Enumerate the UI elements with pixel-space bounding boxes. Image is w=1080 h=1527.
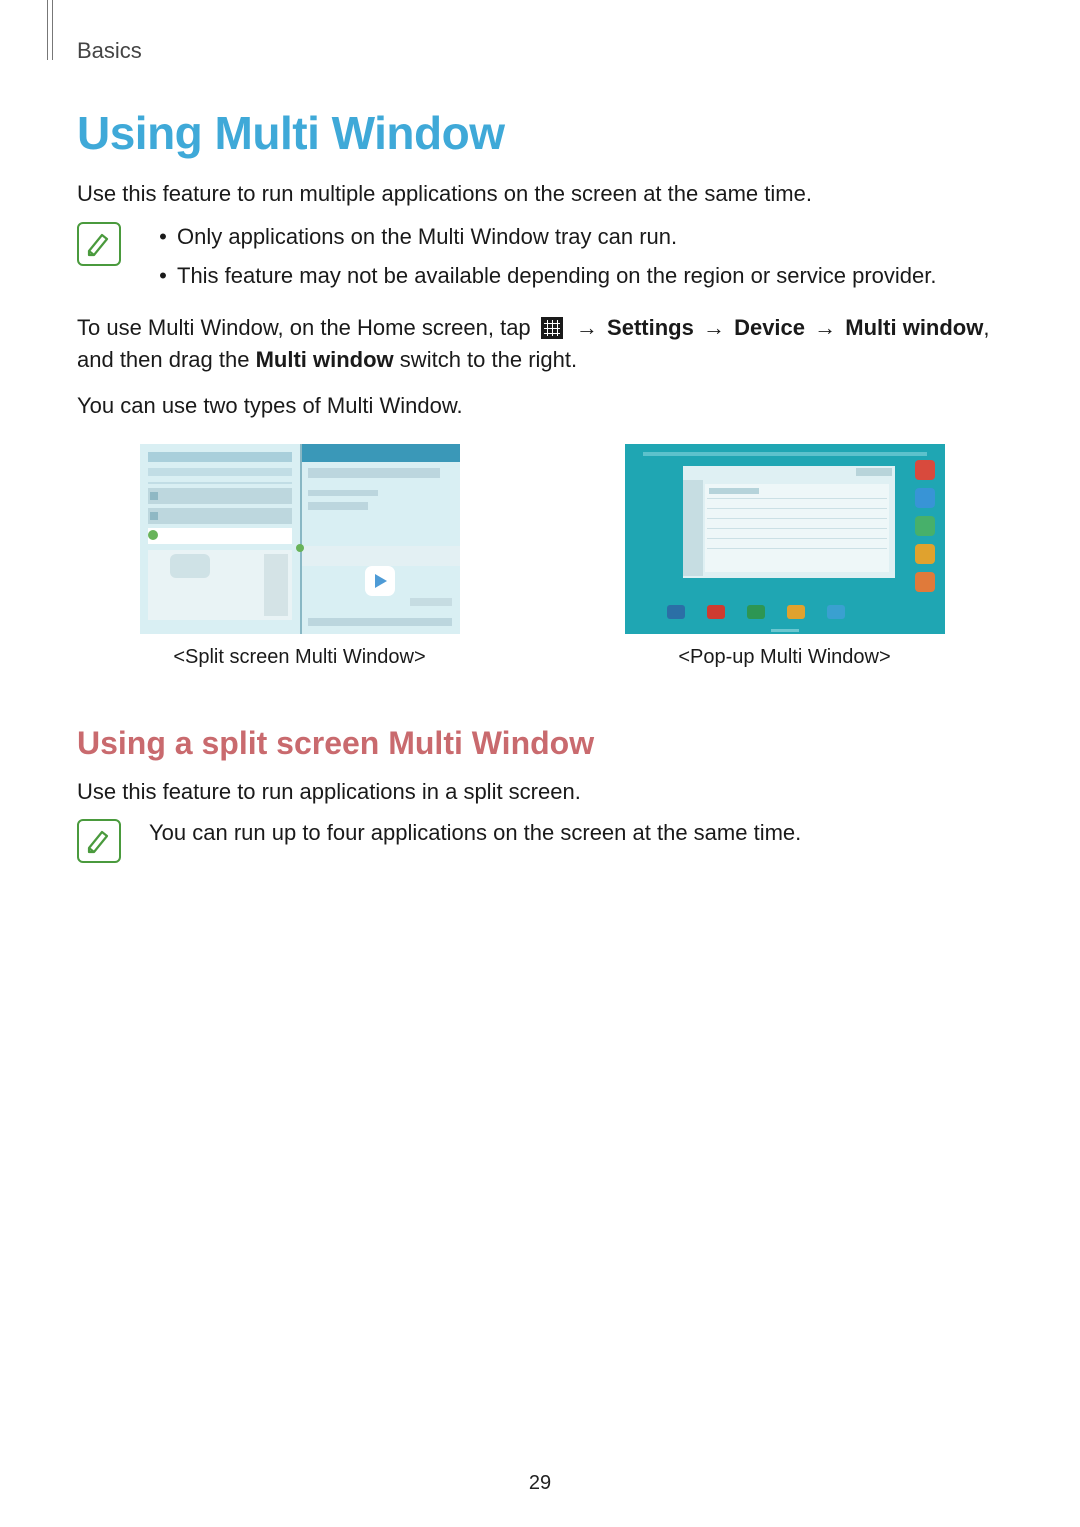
caption-popup: <Pop-up Multi Window> [562, 646, 1007, 669]
bullet-dot: • [149, 259, 177, 292]
note1-item-2: • This feature may not be available depe… [149, 259, 1007, 292]
instr-post: switch to the right. [394, 347, 577, 372]
popup-illustration [625, 444, 945, 634]
instr-switch-name: Multi window [256, 347, 394, 372]
note2-text: You can run up to four applications on t… [149, 817, 1007, 849]
path-multiwindow: Multi window [845, 315, 983, 340]
page-content: Using Multi Window Use this feature to r… [77, 106, 1007, 877]
note-pencil-icon [77, 819, 121, 863]
note1-text-2: This feature may not be available depend… [177, 259, 936, 292]
subsection-title: Using a split screen Multi Window [77, 725, 1007, 762]
note-block-2: You can run up to four applications on t… [77, 817, 1007, 863]
figure-split: <Split screen Multi Window> [77, 444, 522, 669]
page-title: Using Multi Window [77, 106, 1007, 160]
types-text: You can use two types of Multi Window. [77, 390, 1007, 422]
instr-pre: To use Multi Window, on the Home screen,… [77, 315, 537, 340]
note1-text-1: Only applications on the Multi Window tr… [177, 220, 677, 253]
page-tab-marker [47, 0, 53, 60]
note-block-1: • Only applications on the Multi Window … [77, 220, 1007, 298]
path-settings: Settings [607, 315, 694, 340]
path-device: Device [734, 315, 805, 340]
arrow-icon: → [814, 315, 836, 340]
sub-intro-text: Use this feature to run applications in … [77, 776, 1007, 808]
caption-split: <Split screen Multi Window> [77, 646, 522, 669]
apps-grid-icon [541, 317, 563, 339]
bullet-dot: • [149, 220, 177, 253]
instruction-text: To use Multi Window, on the Home screen,… [77, 312, 1007, 376]
figure-row: <Split screen Multi Window> [77, 444, 1007, 669]
figure-popup: <Pop-up Multi Window> [562, 444, 1007, 669]
intro-text: Use this feature to run multiple applica… [77, 178, 1007, 210]
page-number: 29 [0, 1472, 1080, 1495]
arrow-icon: → [703, 315, 725, 340]
split-screen-illustration [140, 444, 460, 634]
note-pencil-icon [77, 222, 121, 266]
section-header: Basics [77, 38, 142, 64]
note1-item-1: • Only applications on the Multi Window … [149, 220, 1007, 253]
arrow-icon: → [576, 315, 598, 340]
